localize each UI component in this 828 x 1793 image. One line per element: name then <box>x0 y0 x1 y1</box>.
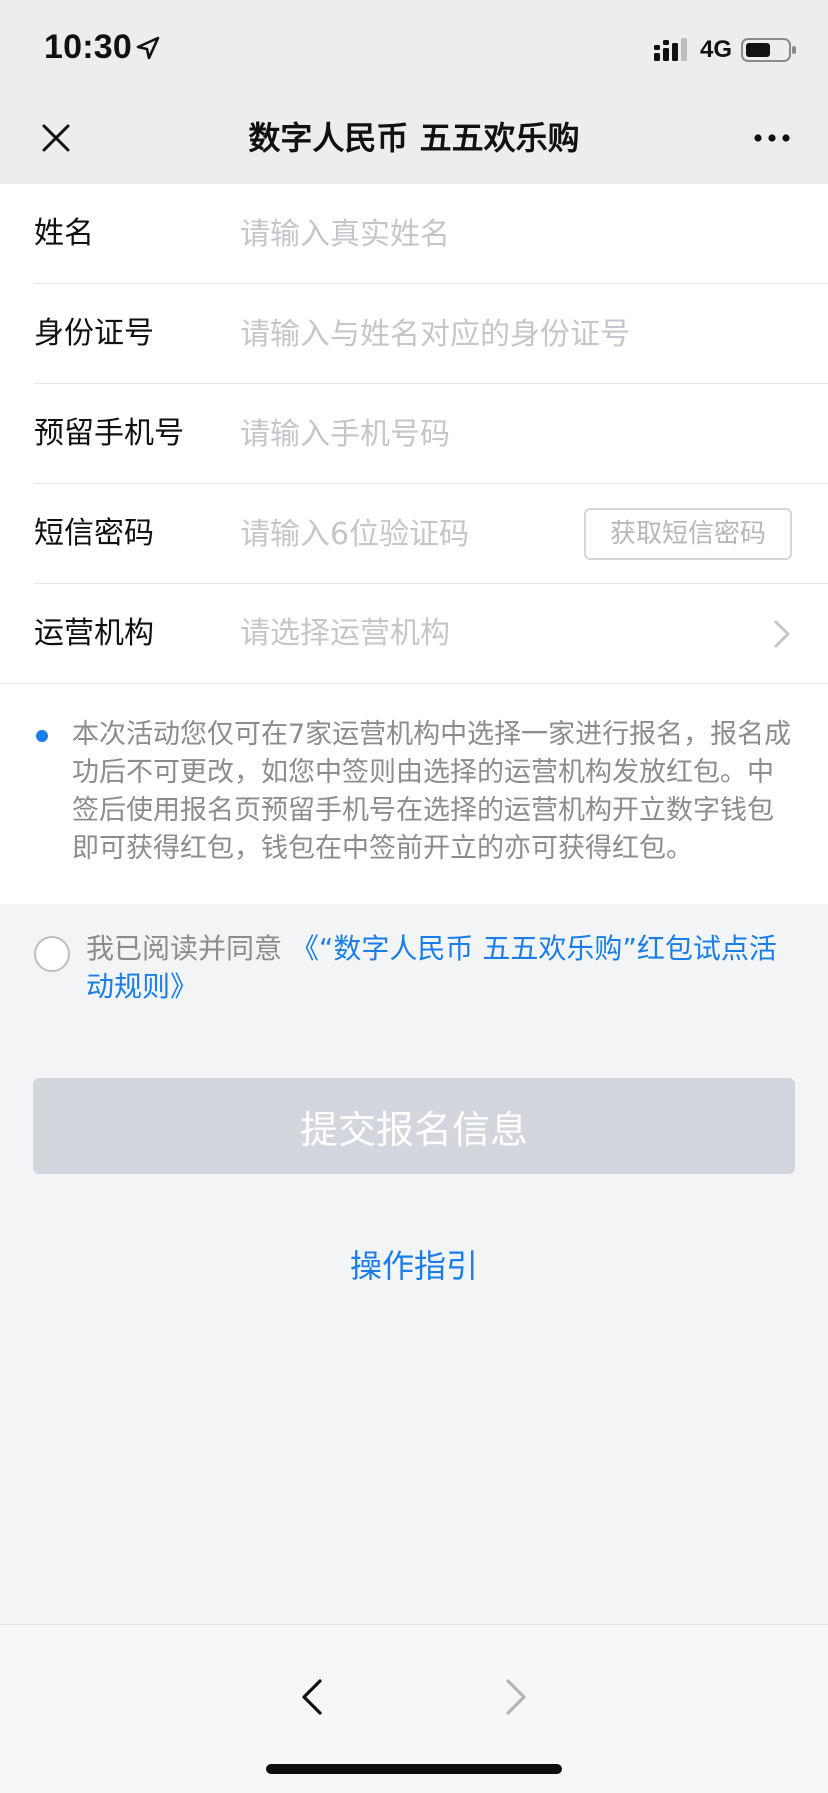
phone-label: 预留手机号 <box>34 416 184 451</box>
divider <box>0 683 828 684</box>
nav-bar: 数字人民币 五五欢乐购 <box>0 92 828 184</box>
form-row-operator[interactable]: 运营机构 请选择运营机构 <box>0 584 828 684</box>
id-number-input[interactable] <box>240 312 780 356</box>
more-icon[interactable] <box>752 122 792 154</box>
guide-link[interactable]: 操作指引 <box>0 1244 828 1288</box>
bullet-dot-icon <box>36 730 48 742</box>
agreement-text: 我已阅读并同意 《“数字人民币 五五欢乐购”红包试点活动规则》 <box>86 930 796 1006</box>
form-row-name: 姓名 <box>0 184 828 284</box>
agreement: 我已阅读并同意 《“数字人民币 五五欢乐购”红包试点活动规则》 <box>0 930 828 1020</box>
page-title: 数字人民币 五五欢乐购 <box>248 119 580 157</box>
chevron-right-icon[interactable] <box>500 1675 532 1719</box>
phone-input[interactable] <box>240 412 780 456</box>
id-number-label: 身份证号 <box>34 316 154 351</box>
get-sms-code-button[interactable]: 获取短信密码 <box>584 508 792 560</box>
name-label: 姓名 <box>34 216 94 251</box>
network-label: 4G <box>700 36 733 63</box>
form-row-sms-code: 短信密码 获取短信密码 <box>0 484 828 584</box>
chevron-right-icon <box>774 620 790 648</box>
home-indicator <box>266 1764 562 1774</box>
sms-code-label: 短信密码 <box>34 516 154 551</box>
battery-icon <box>741 38 796 62</box>
form-row-id-number: 身份证号 <box>0 284 828 384</box>
agree-checkbox[interactable] <box>34 936 70 972</box>
registration-form: 姓名 身份证号 预留手机号 短信密码 获取短信密码 运营机构 请选择运营机构 本… <box>0 184 828 904</box>
agreement-prefix: 我已阅读并同意 <box>86 932 291 965</box>
chevron-left-icon[interactable] <box>296 1675 328 1719</box>
status-bar: 10:30 4G <box>0 0 828 92</box>
signal-icon <box>654 38 687 61</box>
name-input[interactable] <box>240 212 780 256</box>
close-icon[interactable] <box>36 118 76 158</box>
location-arrow-icon <box>136 36 160 60</box>
status-time: 10:30 <box>44 28 132 66</box>
operator-select[interactable]: 请选择运营机构 <box>240 612 780 656</box>
notice-text: 本次活动您仅可在7家运营机构中选择一家进行报名，报名成功后不可更改，如您中签则由… <box>72 719 792 864</box>
operator-label: 运营机构 <box>34 616 154 651</box>
form-row-phone: 预留手机号 <box>0 384 828 484</box>
sms-code-input[interactable] <box>240 512 570 556</box>
submit-button[interactable]: 提交报名信息 <box>33 1078 795 1174</box>
